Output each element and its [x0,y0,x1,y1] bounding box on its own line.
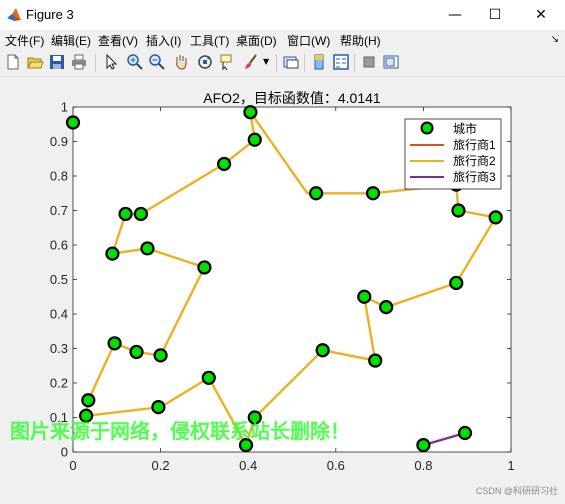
maximize-icon: ☐ [488,7,502,23]
menu-edit[interactable]: 编辑(E) [51,32,91,49]
city-point [449,275,464,291]
city-point [129,344,144,360]
link-plot-icon[interactable] [282,53,300,71]
city-point [416,438,431,453]
menu-help[interactable]: 帮助(H) [340,32,381,49]
city-point [151,400,166,415]
toolbar-separator [354,54,355,72]
legend-marker-city [420,121,434,135]
new-figure-icon[interactable] [4,53,22,71]
y-tick-label: 0.9 [50,134,68,149]
legend-label-salesman3: 旅行商3 [453,169,496,184]
city-point [308,186,324,201]
insert-colorbar-icon[interactable] [310,53,328,71]
city-point [365,186,381,201]
legend-label-salesman2: 旅行商2 [453,153,496,168]
hide-plot-tools-icon[interactable] [360,53,378,71]
pointer-icon[interactable] [102,53,120,71]
city-point [133,206,148,222]
data-cursor-icon[interactable] [218,53,236,71]
dock-arrow-icon[interactable]: ↘ [551,34,559,45]
legend[interactable]: 城市 旅行商1 旅行商2 旅行商3 [404,118,502,190]
tsp-route-chart: AFO2，目标函数值：4.0141 0 0.2 0.4 0.6 0.8 100.10.20… [10,90,558,496]
city-point [488,210,503,225]
city-point [201,370,216,385]
x-tick-label: 0 [69,458,76,473]
city-point [247,132,262,147]
city-point [81,393,96,408]
menu-bar: 文件(F) 编辑(E) 查看(V) 插入(I) 工具(T) 桌面(D) 窗口(W… [0,30,565,50]
city-point [118,206,133,222]
city-point [153,348,168,363]
legend-label-salesman1: 旅行商1 [453,137,496,152]
zoom-out-icon[interactable] [148,53,166,71]
city-point [79,408,94,423]
city-point [368,353,383,368]
city-point [451,203,466,218]
matlab-logo-icon [7,8,21,21]
close-button[interactable]: ✕ [519,0,563,30]
toolbar-separator [95,54,96,72]
chart-title: AFO2，目标函数值：4.0141 [203,90,381,106]
city-point [357,289,372,304]
save-icon[interactable] [48,53,66,71]
menu-desktop[interactable]: 桌面(D) [236,32,277,49]
window-title: Figure 3 [26,7,74,22]
pan-icon[interactable] [172,53,190,71]
menu-insert[interactable]: 插入(I) [146,32,181,49]
menu-window[interactable]: 窗口(W) [287,32,330,49]
y-tick-label: 0.8 [50,169,68,184]
minimize-icon: — [448,7,462,23]
figure-toolbar: ▼ [0,50,565,77]
x-tick-label: 0.2 [152,458,170,473]
y-tick-label: 0 [61,445,68,460]
city-point [243,105,258,120]
city-point [197,260,212,275]
menu-file[interactable]: 文件(F) [5,32,44,49]
open-file-icon[interactable] [26,53,44,71]
x-tick-label: 0.8 [414,458,432,473]
menu-view[interactable]: 查看(V) [98,32,138,49]
city-point [107,336,122,351]
figure-canvas[interactable]: AFO2，目标函数值：4.0141 0 0.2 0.4 0.6 0.8 1 0 0.1 0.2 0… [0,77,565,500]
minimize-button[interactable]: — [433,0,477,30]
brush-dropdown-icon[interactable]: ▼ [263,57,269,66]
y-tick-label: 0.2 [50,376,68,391]
y-tick-label: 1 [61,100,68,115]
print-icon[interactable] [70,53,88,71]
maximize-button[interactable]: ☐ [473,0,517,30]
legend-label-city: 城市 [453,121,477,136]
y-tick-label: 0.4 [50,307,68,322]
city-point [315,343,330,358]
city-point [65,115,81,130]
y-tick-label: 0.5 [50,272,68,287]
zoom-in-icon[interactable] [126,53,144,71]
window-titlebar: Figure 3 — ☐ ✕ [0,0,565,30]
city-point [457,425,473,441]
credit-text: CSDN @科研研习社 [476,485,558,496]
close-icon: ✕ [535,7,547,23]
toolbar-separator [304,54,305,72]
toolbar-separator [276,54,277,72]
brush-icon[interactable] [242,53,260,71]
y-tick-label: 0.3 [50,341,68,356]
x-tick-label: 0.6 [327,458,345,473]
city-point [140,241,155,256]
watermark-text: 图片来源于网络，侵权联系站长删除！ [10,419,350,443]
city-point [105,246,120,261]
menu-tools[interactable]: 工具(T) [190,32,229,49]
insert-legend-icon[interactable] [332,53,350,71]
x-tick-label: 1 [507,458,514,473]
show-plot-tools-icon[interactable] [382,53,400,71]
y-tick-label: 0.7 [50,203,68,218]
city-point [217,156,232,172]
rotate-3d-icon[interactable] [196,53,214,71]
x-tick-label: 0.4 [239,458,257,473]
city-point [379,300,394,315]
y-tick-label: 0.6 [50,238,68,253]
